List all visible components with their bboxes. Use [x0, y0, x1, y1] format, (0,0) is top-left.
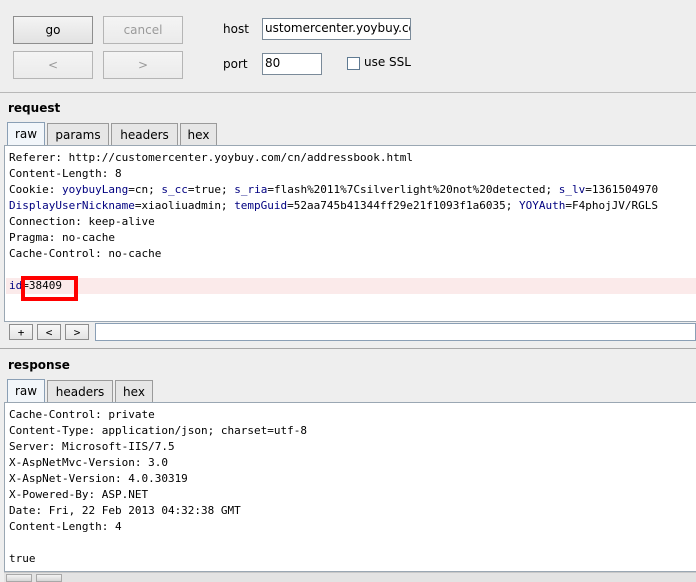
cookie-key: s_lv [558, 183, 586, 196]
tab-request-hex[interactable]: hex [180, 123, 217, 145]
go-button[interactable]: go [13, 16, 93, 44]
port-input[interactable]: 80 [262, 53, 322, 75]
response-title: response [8, 358, 70, 372]
response-line: true [9, 552, 36, 565]
back-button[interactable]: < [13, 51, 93, 79]
cookie-value: =52aa745b41344ff29e21f1093f1a6035; [287, 199, 519, 212]
request-raw-text[interactable]: Referer: http://customercenter.yoybuy.co… [4, 145, 696, 322]
add-button[interactable]: + [9, 324, 33, 340]
horizontal-scrollbar[interactable] [4, 572, 696, 582]
cookie-value: =true; [187, 183, 235, 196]
toolbar-divider [0, 92, 696, 93]
response-line: X-AspNet-Version: 4.0.30319 [9, 472, 188, 485]
response-line: X-AspNetMvc-Version: 3.0 [9, 456, 168, 469]
tab-request-raw[interactable]: raw [7, 122, 45, 145]
content-length-line: Content-Length: 8 [9, 167, 122, 180]
cancel-button[interactable]: cancel [103, 16, 183, 44]
request-title: request [8, 101, 61, 115]
pragma-line: Pragma: no-cache [9, 231, 115, 244]
tab-request-headers[interactable]: headers [111, 123, 178, 145]
cache-control-line: Cache-Control: no-cache [9, 247, 162, 260]
tab-response-raw[interactable]: raw [7, 379, 45, 402]
body-highlight-row [6, 278, 696, 294]
highlight-box [21, 276, 78, 301]
prev-button[interactable]: < [37, 324, 61, 340]
cookie-value: =1361504970 [585, 183, 659, 196]
response-line: X-Powered-By: ASP.NET [9, 488, 149, 501]
response-line: Date: Fri, 22 Feb 2013 04:32:38 GMT [9, 504, 241, 517]
cookie-line: Cookie: yoybuyLang=cn; s_cc=true; s_ria=… [9, 182, 658, 198]
cookie-key: DisplayUserNickname [9, 199, 135, 212]
cookie-key: YOYAuth [518, 199, 566, 212]
tab-response-headers[interactable]: headers [47, 380, 113, 402]
cookie-key: s_cc [161, 183, 188, 196]
port-label: port [223, 57, 248, 71]
scrollbar-thumb[interactable] [6, 574, 32, 582]
cookie-key: tempGuid [234, 199, 288, 212]
referer-line: Referer: http://customercenter.yoybuy.co… [9, 151, 413, 164]
response-line: Server: Microsoft-IIS/7.5 [9, 440, 175, 453]
pane-divider [0, 348, 696, 349]
cookie-head: Cookie: [9, 183, 62, 196]
forward-button[interactable]: > [103, 51, 183, 79]
cookie-continuation-line: DisplayUserNickname=xiaoliuadmin; tempGu… [9, 198, 658, 214]
search-input[interactable] [95, 323, 696, 341]
host-label: host [223, 22, 249, 36]
response-line: Cache-Control: private [9, 408, 155, 421]
tab-request-params[interactable]: params [47, 123, 109, 145]
response-line: Content-Length: 4 [9, 520, 122, 533]
scrollbar-thumb[interactable] [36, 574, 62, 582]
tab-response-hex[interactable]: hex [115, 380, 153, 402]
cookie-key: s_ria [234, 183, 268, 196]
cookie-key: yoybuyLang [61, 183, 129, 196]
cookie-value: =cn; [128, 183, 162, 196]
ssl-checkbox[interactable] [347, 57, 360, 70]
cookie-value: =F4phojJV/RGLS [565, 199, 659, 212]
cookie-value: =flash%2011%7Csilverlight%20not%20detect… [267, 183, 559, 196]
connection-line: Connection: keep-alive [9, 215, 155, 228]
ssl-label: use SSL [364, 55, 411, 69]
next-button[interactable]: > [65, 324, 89, 340]
host-input[interactable]: ustomercenter.yoybuy.com [262, 18, 411, 40]
response-raw-text[interactable]: Cache-Control: private Content-Type: app… [4, 402, 696, 572]
response-line: Content-Type: application/json; charset=… [9, 424, 308, 437]
cookie-value: =xiaoliuadmin; [134, 199, 235, 212]
